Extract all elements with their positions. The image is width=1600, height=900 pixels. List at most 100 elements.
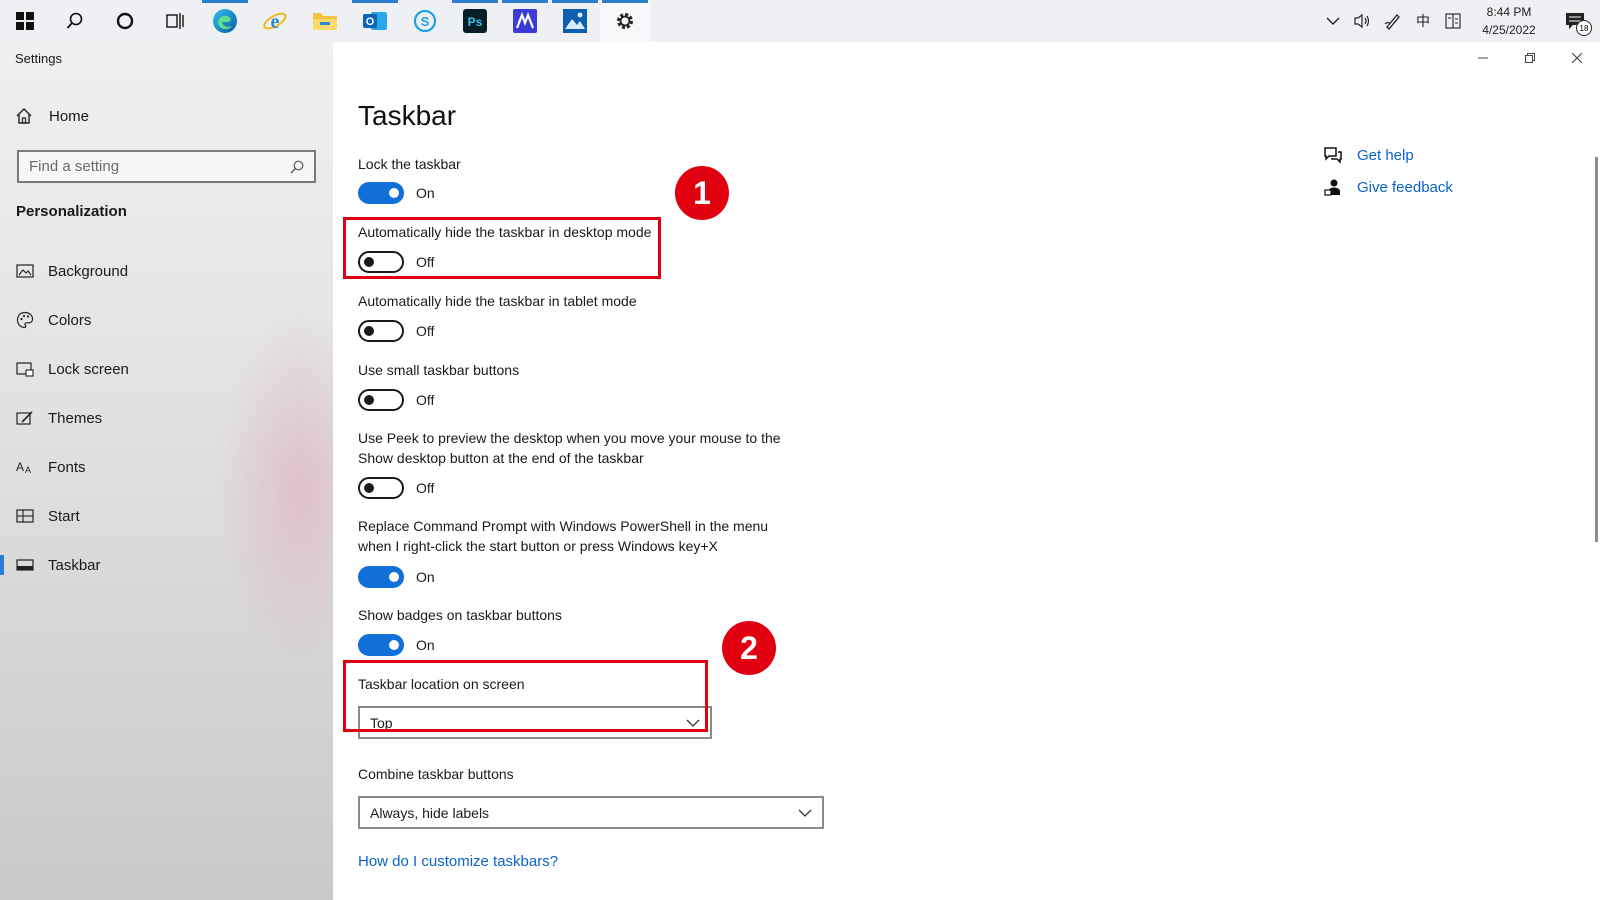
restore-icon bbox=[1524, 53, 1535, 63]
skype-button[interactable]: S bbox=[400, 0, 450, 42]
help-chat-icon bbox=[1323, 146, 1343, 164]
svg-text:Ps: Ps bbox=[468, 15, 483, 29]
sidebar-item-label: Lock screen bbox=[48, 360, 129, 378]
cortana-button[interactable] bbox=[100, 0, 150, 42]
pen-workspace-button[interactable] bbox=[1378, 0, 1408, 42]
show-hidden-icons-button[interactable] bbox=[1318, 0, 1348, 42]
search-icon bbox=[66, 12, 83, 29]
pen-icon bbox=[1384, 14, 1400, 30]
chevron-down-icon bbox=[798, 809, 812, 817]
sidebar-item-label: Start bbox=[48, 507, 80, 525]
task-view-button[interactable] bbox=[150, 0, 200, 42]
setting-label-peek-line1: Use Peek to preview the desktop when you… bbox=[358, 430, 781, 446]
restore-button[interactable] bbox=[1506, 42, 1553, 74]
powershell-toggle[interactable] bbox=[358, 566, 404, 588]
settings-content: Taskbar Lock the taskbar On Automaticall… bbox=[333, 42, 1600, 900]
page-title: Taskbar bbox=[358, 100, 457, 131]
sidebar-item-start[interactable]: Start bbox=[0, 496, 333, 536]
folder-icon bbox=[313, 13, 337, 30]
edge-icon bbox=[213, 9, 237, 33]
home-icon bbox=[15, 107, 35, 125]
lock-screen-icon bbox=[16, 360, 34, 378]
internet-explorer-button[interactable]: e bbox=[250, 0, 300, 42]
svg-text:A: A bbox=[25, 465, 31, 475]
setting-label-peek-line2: Show desktop button at the end of the ta… bbox=[358, 450, 644, 466]
fonts-icon: AA bbox=[16, 458, 34, 476]
sidebar-item-themes[interactable]: Themes bbox=[0, 398, 333, 438]
ime-mode-icon bbox=[1445, 13, 1461, 29]
taskbar-search-button[interactable] bbox=[50, 0, 100, 42]
combine-buttons-dropdown[interactable]: Always, hide labels bbox=[358, 796, 824, 829]
action-center-button[interactable]: 18 bbox=[1550, 0, 1600, 42]
settings-taskbar-button[interactable] bbox=[600, 0, 650, 42]
volume-button[interactable] bbox=[1348, 0, 1378, 42]
sidebar-item-taskbar[interactable]: Taskbar bbox=[0, 545, 333, 585]
sidebar-item-label: Themes bbox=[48, 409, 103, 427]
app-title: Settings bbox=[15, 51, 62, 66]
small-buttons-toggle[interactable] bbox=[358, 389, 404, 411]
start-button[interactable] bbox=[0, 0, 50, 42]
sidebar-item-background[interactable]: Background bbox=[0, 251, 333, 291]
palette-icon bbox=[16, 311, 34, 329]
photos-icon bbox=[563, 9, 587, 33]
lock-taskbar-toggle[interactable] bbox=[358, 182, 404, 204]
sidebar-item-label: Background bbox=[48, 262, 129, 280]
gear-icon bbox=[617, 13, 633, 29]
themes-icon bbox=[16, 409, 34, 427]
annotation-highlight-box-1 bbox=[343, 217, 661, 279]
sidebar-item-fonts[interactable]: AA Fonts bbox=[0, 447, 333, 487]
home-nav-item[interactable]: Home bbox=[15, 104, 89, 128]
minimize-button[interactable] bbox=[1459, 42, 1506, 74]
minimize-icon bbox=[1477, 57, 1488, 59]
app-m-icon bbox=[513, 9, 537, 33]
toggle-state: On bbox=[416, 569, 435, 585]
windows-logo-icon bbox=[16, 12, 34, 30]
setting-label-combine: Combine taskbar buttons bbox=[358, 766, 514, 782]
close-icon bbox=[1571, 53, 1582, 63]
scrollbar[interactable] bbox=[1595, 157, 1598, 542]
peek-toggle[interactable] bbox=[358, 477, 404, 499]
outlook-icon: O bbox=[363, 12, 387, 30]
clock-date: 4/25/2022 bbox=[1482, 23, 1536, 37]
toggle-state: On bbox=[416, 185, 435, 201]
svg-text:S: S bbox=[421, 14, 430, 29]
badges-toggle[interactable] bbox=[358, 634, 404, 656]
edge-taskbar-button[interactable] bbox=[200, 0, 250, 42]
ime-language-button[interactable]: 中 bbox=[1408, 0, 1438, 42]
sidebar-item-label: Taskbar bbox=[48, 556, 101, 574]
annotation-number-1: 1 bbox=[675, 166, 729, 220]
ime-mode-button[interactable] bbox=[1438, 0, 1468, 42]
annotation-highlight-box-2 bbox=[343, 660, 708, 732]
svg-text:O: O bbox=[366, 16, 375, 28]
sidebar-item-colors[interactable]: Colors bbox=[0, 300, 333, 340]
speaker-icon bbox=[1354, 13, 1370, 29]
internet-explorer-icon: e bbox=[263, 11, 287, 33]
customize-taskbars-link[interactable]: How do I customize taskbars? bbox=[358, 853, 558, 870]
toggle-state: On bbox=[416, 637, 435, 653]
chevron-up-icon bbox=[1326, 17, 1340, 25]
badges-toggle-row: On bbox=[358, 634, 435, 656]
system-tray: 中 8:44 PM 4/25/2022 18 bbox=[1318, 0, 1600, 42]
section-heading: Personalization bbox=[16, 203, 127, 220]
powershell-toggle-row: On bbox=[358, 566, 435, 588]
give-feedback-link[interactable]: Give feedback bbox=[1323, 178, 1453, 196]
sidebar-item-lock-screen[interactable]: Lock screen bbox=[0, 349, 333, 389]
search-icon bbox=[290, 160, 304, 173]
feedback-icon bbox=[1323, 178, 1343, 196]
give-feedback-label: Give feedback bbox=[1357, 178, 1453, 196]
autohide-tablet-toggle[interactable] bbox=[358, 320, 404, 342]
app-m-button[interactable] bbox=[500, 0, 550, 42]
outlook-button[interactable]: O bbox=[350, 0, 400, 42]
get-help-link[interactable]: Get help bbox=[1323, 146, 1414, 164]
photos-button[interactable] bbox=[550, 0, 600, 42]
svg-text:A: A bbox=[16, 460, 24, 474]
file-explorer-button[interactable] bbox=[300, 0, 350, 42]
close-button[interactable] bbox=[1553, 42, 1600, 74]
lock-taskbar-toggle-row: On bbox=[358, 182, 435, 204]
home-label: Home bbox=[49, 107, 90, 125]
clock[interactable]: 8:44 PM 4/25/2022 bbox=[1468, 0, 1550, 42]
find-setting-input[interactable]: Find a setting bbox=[17, 150, 316, 183]
start-icon bbox=[16, 507, 34, 525]
taskbar-icon bbox=[16, 556, 34, 574]
photoshop-button[interactable]: Ps bbox=[450, 0, 500, 42]
